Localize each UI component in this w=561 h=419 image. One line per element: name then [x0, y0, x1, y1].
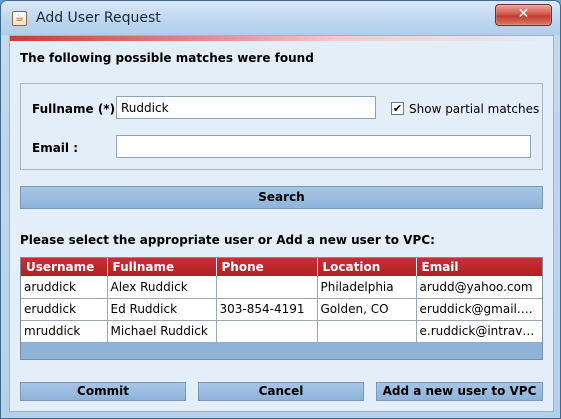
dialog-window: ☕ Add User Request ✕ The following possi… — [0, 0, 561, 419]
cell-username[interactable]: eruddick — [21, 298, 108, 321]
close-button[interactable]: ✕ — [495, 4, 552, 26]
matches-heading: The following possible matches were foun… — [20, 51, 314, 65]
email-label: Email : — [32, 141, 79, 155]
email-input[interactable] — [116, 135, 531, 158]
commit-button[interactable]: Commit — [20, 382, 186, 401]
table-row[interactable]: aruddick Alex Ruddick Philadelphia arudd… — [21, 276, 542, 299]
header-banner — [10, 36, 553, 41]
cell-email[interactable]: eruddick@gmail.com — [416, 298, 542, 321]
java-icon: ☕ — [12, 11, 27, 26]
column-header-email[interactable]: Email — [416, 258, 542, 276]
cell-username[interactable]: mruddick — [21, 320, 108, 343]
cell-fullname[interactable]: Michael Ruddick — [107, 320, 217, 343]
search-form-panel: Fullname (*) : ✔ Show partial matches Em… — [20, 83, 543, 170]
column-header-fullname[interactable]: Fullname — [107, 258, 217, 276]
table-row[interactable]: mruddick Michael Ruddick e.ruddick@intra… — [21, 320, 542, 343]
table-header-row: Username Fullname Phone Location Email — [21, 258, 542, 276]
cell-username[interactable]: aruddick — [21, 276, 108, 299]
cell-fullname[interactable]: Alex Ruddick — [107, 276, 217, 299]
results-table: Username Fullname Phone Location Email a… — [20, 257, 543, 360]
cell-phone[interactable]: 303-854-4191 — [216, 298, 318, 321]
dialog-content: The following possible matches were foun… — [9, 35, 554, 412]
cell-phone[interactable] — [216, 276, 318, 299]
cancel-button[interactable]: Cancel — [198, 382, 364, 401]
cell-email[interactable]: arudd@yahoo.com — [416, 276, 542, 299]
fullname-input[interactable] — [116, 96, 376, 119]
cell-phone[interactable] — [216, 320, 318, 343]
cell-location[interactable] — [317, 320, 417, 343]
cell-location[interactable]: Golden, CO — [317, 298, 417, 321]
column-header-username[interactable]: Username — [21, 258, 108, 276]
partial-matches-label[interactable]: Show partial matches — [409, 102, 539, 116]
window-title: Add User Request — [36, 10, 161, 26]
column-header-location[interactable]: Location — [317, 258, 417, 276]
cell-location[interactable]: Philadelphia — [317, 276, 417, 299]
table-row[interactable]: eruddick Ed Ruddick 303-854-4191 Golden,… — [21, 298, 542, 321]
partial-matches-checkbox[interactable]: ✔ — [391, 102, 404, 115]
cell-fullname[interactable]: Ed Ruddick — [107, 298, 217, 321]
column-header-phone[interactable]: Phone — [216, 258, 318, 276]
add-new-user-button[interactable]: Add a new user to VPC — [376, 382, 543, 401]
fullname-label: Fullname (*) : — [32, 102, 125, 116]
search-button[interactable]: Search — [20, 186, 543, 209]
cell-email[interactable]: e.ruddick@intravatio... — [416, 320, 542, 343]
title-bar[interactable]: ☕ Add User Request ✕ — [1, 1, 560, 35]
results-prompt: Please select the appropriate user or Ad… — [20, 233, 435, 247]
